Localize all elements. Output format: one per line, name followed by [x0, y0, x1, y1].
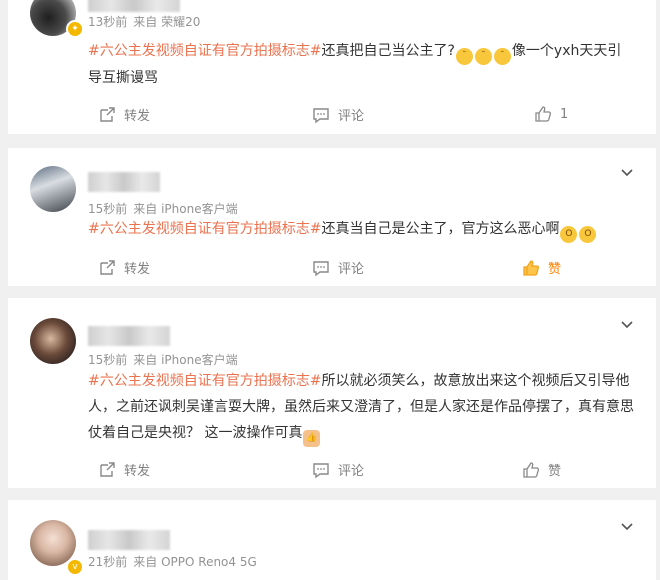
repost-button[interactable]: 转发 [98, 258, 150, 277]
comment-time: 13秒前 [88, 15, 128, 29]
comment-text: #六公主发视频自证有官方拍摄标志#还真当自己是公主了，官方这么恶心啊 O O [88, 216, 634, 243]
like-button[interactable]: 赞 [522, 258, 561, 277]
action-bar: 转发 评论 赞 [88, 460, 634, 480]
verified-badge-icon: ✦ [66, 20, 84, 38]
smirk-emoji-icon: ˘ [493, 48, 511, 65]
avatar[interactable] [30, 166, 76, 212]
chevron-down-icon [621, 523, 633, 531]
comment-source: 来自 荣耀20 [133, 15, 201, 29]
topic-link[interactable]: #六公主发视频自证有官方拍摄标志# [88, 373, 321, 389]
comment-button[interactable]: 评论 [312, 460, 364, 479]
username-blurred[interactable] [88, 530, 170, 550]
expand-button[interactable] [620, 164, 634, 178]
topic-link[interactable]: #六公主发视频自证有官方拍摄标志# [88, 43, 321, 59]
like-count: 1 [560, 106, 569, 122]
repost-icon [100, 259, 115, 275]
comment-label: 评论 [338, 262, 365, 277]
repost-icon [100, 461, 115, 477]
thumbs-up-icon [523, 461, 540, 478]
comment-source: 来自 OPPO Reno4 5G [133, 555, 257, 569]
comment-label: 评论 [338, 464, 365, 479]
chevron-down-icon [621, 321, 633, 329]
action-bar: 转发 评论 1 [88, 105, 634, 125]
comment-card: v 21秒前 来自 OPPO Reno4 5G [8, 500, 656, 580]
smirk-emoji-icon: ˘ [474, 48, 492, 65]
chevron-down-icon [621, 169, 633, 177]
repost-icon [100, 106, 115, 122]
comment-time: 21秒前 [88, 555, 128, 569]
scream-emoji-icon: O [579, 226, 597, 243]
comment-icon [313, 107, 329, 123]
comment-meta: 13秒前 来自 荣耀20 [88, 13, 206, 30]
comment-time: 15秒前 [88, 353, 128, 367]
comment-time: 15秒前 [88, 202, 128, 216]
like-button[interactable]: 赞 [522, 460, 561, 479]
thumbs-up-emoji-icon: 👍 [303, 430, 321, 447]
comment-label: 评论 [338, 109, 365, 124]
topic-link[interactable]: #六公主发视频自证有官方拍摄标志# [88, 221, 321, 237]
avatar[interactable] [30, 318, 76, 364]
comment-source: 来自 iPhone客户端 [133, 353, 238, 367]
comment-meta: 15秒前 来自 iPhone客户端 [88, 351, 244, 368]
repost-label: 转发 [124, 262, 151, 277]
comment-card: ✦ 13秒前 来自 荣耀20 #六公主发视频自证有官方拍摄标志#还真把自己当公主了… [8, 0, 656, 134]
comment-icon [313, 260, 329, 276]
like-button[interactable]: 1 [534, 105, 568, 123]
comment-meta: 21秒前 来自 OPPO Reno4 5G [88, 553, 263, 570]
comment-button[interactable]: 评论 [312, 258, 364, 277]
comment-text-part: 还真把自己当公主了? [321, 43, 455, 59]
verified-badge-icon: v [66, 558, 84, 576]
thumbs-up-icon [535, 106, 552, 122]
comment-meta: 15秒前 来自 iPhone客户端 [88, 200, 244, 217]
username-blurred[interactable] [88, 0, 180, 12]
comment-text: #六公主发视频自证有官方拍摄标志#所以就必须笑么，故意放出来这个视频后又引导他人… [88, 368, 634, 447]
comment-button[interactable]: 评论 [312, 105, 364, 124]
action-bar: 转发 评论 赞 [88, 258, 634, 278]
comment-text: #六公主发视频自证有官方拍摄标志#还真把自己当公主了? ˘ ˘ ˘ 像一个yxh天天引导… [88, 38, 634, 91]
repost-button[interactable]: 转发 [98, 105, 150, 124]
like-label: 赞 [548, 262, 562, 277]
repost-button[interactable]: 转发 [98, 460, 150, 479]
username-blurred[interactable] [88, 326, 170, 346]
expand-button[interactable] [620, 316, 634, 330]
comment-card: 15秒前 来自 iPhone客户端 #六公主发视频自证有官方拍摄标志#所以就必须笑… [8, 298, 656, 488]
repost-label: 转发 [124, 109, 151, 124]
comment-icon [313, 462, 329, 478]
repost-label: 转发 [124, 464, 151, 479]
scream-emoji-icon: O [560, 226, 578, 243]
thumbs-up-icon [523, 259, 540, 276]
username-blurred[interactable] [88, 172, 160, 192]
comment-text-part: 还真当自己是公主了，官方这么恶心啊 [321, 221, 560, 237]
expand-button[interactable] [620, 518, 634, 532]
smirk-emoji-icon: ˘ [455, 48, 473, 65]
comment-source: 来自 iPhone客户端 [133, 202, 238, 216]
comment-card: 15秒前 来自 iPhone客户端 #六公主发视频自证有官方拍摄标志#还真当自己是… [8, 148, 656, 286]
like-label: 赞 [548, 464, 562, 479]
